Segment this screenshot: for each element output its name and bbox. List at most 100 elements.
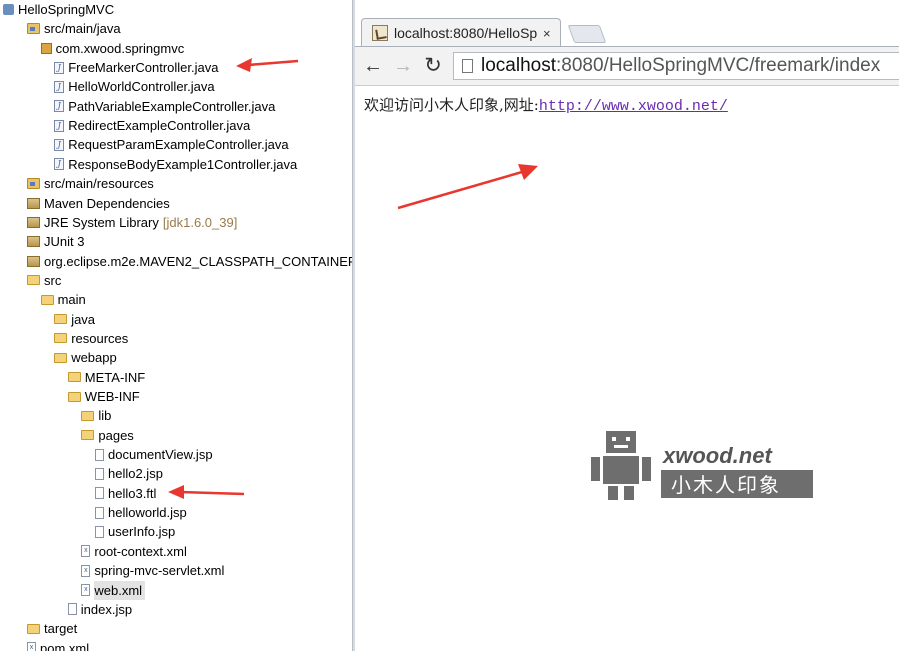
folder-icon <box>54 352 68 363</box>
address-bar[interactable]: localhost:8080/HelloSpringMVC/freemark/i… <box>453 52 899 80</box>
source-folder-icon <box>27 178 40 190</box>
tree-item-file[interactable]: J ResponseBodyExample1Controller.java <box>54 155 297 174</box>
welcome-text: 欢迎访问小木人印象,网址: <box>364 96 539 114</box>
tree-item-label: resources <box>71 330 129 346</box>
forward-button[interactable]: → <box>391 53 415 79</box>
library-icon <box>27 255 40 267</box>
browser-window: localhost:8080/HelloSpr × ← → ↻ localhos… <box>355 0 899 651</box>
xml-file-icon: x <box>81 564 91 577</box>
browser-tab[interactable]: localhost:8080/HelloSpr × <box>361 18 561 47</box>
tree-item-folder[interactable]: webapp <box>54 348 117 367</box>
tree-item-label: main <box>57 292 86 308</box>
tree-item-file[interactable]: documentView.jsp <box>95 445 213 464</box>
tree-item-file-selected[interactable]: x web.xml <box>81 580 146 600</box>
tree-item-library[interactable]: JUnit 3 <box>27 232 84 251</box>
tree-item-label: documentView.jsp <box>108 447 213 463</box>
tree-item-label: root-context.xml <box>94 543 187 559</box>
tree-item-file[interactable]: helloworld.jsp <box>95 503 187 522</box>
java-file-icon: J <box>54 158 65 171</box>
tree-item-folder[interactable]: target <box>27 619 77 638</box>
logo-subtitle: 小木人印象 <box>671 473 781 497</box>
url-path: :8080/HelloSpringMVC/freemark/index <box>556 55 881 76</box>
tree-item-label: lib <box>98 408 112 424</box>
tree-item-file[interactable]: J FreeMarkerController.java <box>54 58 218 77</box>
site-link[interactable]: http://www.xwood.net/ <box>539 98 728 115</box>
annotation-arrow <box>236 58 299 72</box>
tree-item-label: RequestParamExampleController.java <box>68 137 289 153</box>
tree-item-label: web.xml <box>94 580 146 600</box>
source-folder-icon <box>27 23 40 35</box>
tree-item-folder[interactable]: META-INF <box>67 368 146 387</box>
tree-item-folder[interactable]: pages <box>81 426 134 445</box>
tree-item-file[interactable]: x spring-mvc-servlet.xml <box>81 561 224 580</box>
file-icon <box>95 525 104 538</box>
tree-item-library[interactable]: JRE System Library [jdk1.6.0_39] <box>27 213 237 232</box>
welcome-line: 欢迎访问小木人印象,网址:http://www.xwood.net/ <box>364 94 728 115</box>
tree-item-folder[interactable]: src <box>27 271 61 290</box>
browser-toolbar: ← → ↻ localhost:8080/HelloSpringMVC/free… <box>355 46 899 86</box>
back-button[interactable]: ← <box>361 53 385 79</box>
java-file-icon: J <box>54 80 65 93</box>
tree-item-folder[interactable]: main <box>40 290 86 309</box>
tree-item-library[interactable]: Maven Dependencies <box>27 194 170 213</box>
project-icon <box>3 4 14 15</box>
folder-icon <box>67 391 81 402</box>
tree-item-file[interactable]: J HelloWorldController.java <box>54 77 215 96</box>
library-icon <box>27 197 40 209</box>
tree-item-label: src/main/java <box>44 21 121 37</box>
file-icon <box>67 603 77 616</box>
file-icon <box>95 487 104 500</box>
robot-icon <box>591 431 651 500</box>
tab-title: localhost:8080/HelloSpr <box>394 25 537 41</box>
tree-item-label: hello2.jsp <box>108 466 163 482</box>
tree-item-label: spring-mvc-servlet.xml <box>94 563 225 579</box>
tree-item-label: META-INF <box>84 369 146 385</box>
library-icon <box>27 236 40 248</box>
tree-item-folder[interactable]: lib <box>81 406 111 425</box>
folder-icon <box>40 294 54 305</box>
tree-item-file[interactable]: J PathVariableExampleController.java <box>54 97 275 116</box>
tree-item-file[interactable]: x pom.xml <box>27 639 89 651</box>
tree-item-label: Maven Dependencies <box>44 195 170 211</box>
tree-item-label: com.xwood.springmvc <box>55 40 185 56</box>
folder-icon <box>27 623 40 634</box>
tree-item-folder[interactable]: WEB-INF <box>67 387 140 406</box>
folder-icon <box>54 333 68 344</box>
page-icon <box>462 59 473 73</box>
tree-item-file[interactable]: x root-context.xml <box>81 542 187 561</box>
file-icon <box>95 448 104 461</box>
library-icon <box>27 216 40 228</box>
tree-item-file[interactable]: J RedirectExampleController.java <box>54 116 250 135</box>
tree-item-label: ResponseBodyExample1Controller.java <box>68 156 298 172</box>
tree-item-label: FreeMarkerController.java <box>68 60 219 76</box>
tab-close-icon[interactable]: × <box>543 26 551 41</box>
tab-strip: localhost:8080/HelloSpr × <box>355 0 899 47</box>
tree-item-file[interactable]: hello2.jsp <box>95 464 163 483</box>
tree-item-label: JRE System Library <box>44 214 159 230</box>
tree-item-folder[interactable]: java <box>54 310 95 329</box>
tree-item-file[interactable]: userInfo.jsp <box>95 522 175 541</box>
new-tab-button[interactable] <box>567 25 607 43</box>
tree-item-label: WEB-INF <box>84 389 140 404</box>
tree-item-file[interactable]: index.jsp <box>67 600 132 619</box>
tree-item-file[interactable]: J RequestParamExampleController.java <box>54 135 289 154</box>
tree-item-src-main-resources[interactable]: src/main/resources <box>27 174 154 193</box>
folder-icon <box>81 410 95 421</box>
tree-item-label: pages <box>98 427 134 443</box>
tree-item-package[interactable]: com.xwood.springmvc <box>40 39 185 58</box>
tree-item-library[interactable]: org.eclipse.m2e.MAVEN2_CLASSPATH_CONTAIN… <box>27 252 352 271</box>
xml-file-icon: x <box>27 642 36 651</box>
annotation-arrow <box>397 164 538 210</box>
java-file-icon: J <box>54 119 65 132</box>
tree-item-folder[interactable]: resources <box>54 329 128 348</box>
tree-item-label: hello3.ftl <box>108 485 157 501</box>
reload-button[interactable]: ↻ <box>421 53 445 79</box>
java-file-icon: J <box>54 61 65 74</box>
folder-icon <box>81 430 95 441</box>
tree-item-label: HelloSpringMVC <box>18 2 115 17</box>
tree-item-src-main-java[interactable]: src/main/java <box>27 19 121 38</box>
tree-item-project[interactable]: HelloSpringMVC <box>3 0 114 19</box>
tree-item-label: helloworld.jsp <box>108 505 187 521</box>
tree-item-label: webapp <box>71 350 117 366</box>
tree-item-file[interactable]: hello3.ftl <box>95 484 156 503</box>
